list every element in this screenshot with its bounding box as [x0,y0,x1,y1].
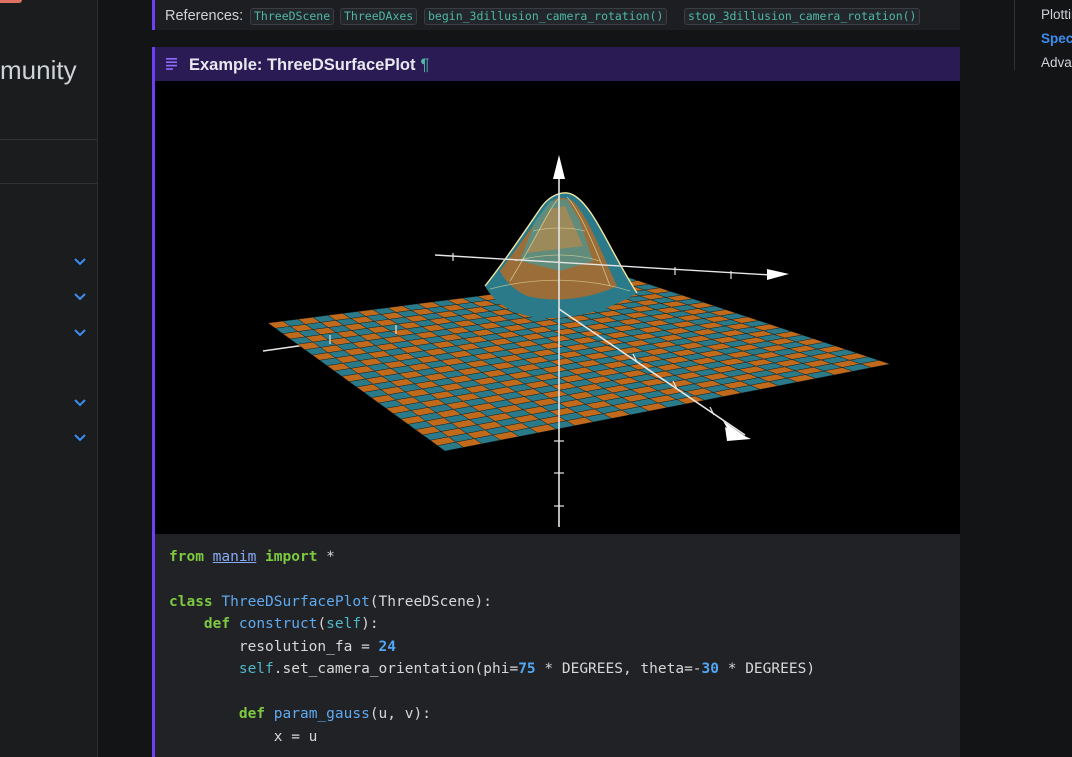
chevron-down-icon[interactable] [73,431,87,445]
code-block: from manim import * class ThreeDSurfaceP… [155,534,960,757]
example-video[interactable] [155,81,960,534]
code-line: self.set_camera_orientation(phi=75 * DEG… [238,661,816,677]
code-line: def param_gauss(u, v): [238,706,431,722]
table-of-contents: Plotting Special Advanced [1014,0,1072,70]
code-line: from manim import * [169,549,335,565]
permalink-anchor[interactable]: ¶ [421,56,430,74]
logo-icon[interactable] [0,0,22,3]
chevron-down-icon[interactable] [73,255,87,269]
chevron-down-icon[interactable] [73,326,87,340]
gaussian-bump [484,192,638,318]
code-line: resolution_fa = 24 [238,639,397,655]
manim-module-link[interactable]: manim [213,549,257,565]
chevron-down-icon[interactable] [73,396,87,410]
surface-plot-render [262,155,891,527]
brand-title[interactable]: munity [0,55,77,86]
list-icon [166,58,177,70]
references-label: References: [165,8,244,24]
toc-item-plotting[interactable]: Plotting [1041,7,1072,22]
example-title: Example: ThreeDSurfacePlot ¶ [189,56,430,74]
chevron-down-icon[interactable] [73,290,87,304]
code-line: x = u [273,729,318,745]
toc-item-advanced[interactable]: Advanced [1041,55,1072,70]
sidebar-divider [0,183,97,184]
example-header: Example: ThreeDSurfacePlot ¶ [155,47,960,81]
reference-link-threedaxes[interactable]: ThreeDAxes [340,8,418,25]
references-bar: References: ThreeDScene ThreeDAxes begin… [152,0,960,30]
toc-item-special[interactable]: Special [1041,31,1072,46]
reference-link-threedscene[interactable]: ThreeDScene [250,8,335,25]
reference-link-begin-rotation[interactable]: begin_3dillusion_camera_rotation() [424,8,668,25]
sidebar-divider [0,139,97,140]
code-line: class ThreeDSurfacePlot(ThreeDScene): [169,594,493,610]
example-admonition: Example: ThreeDSurfacePlot ¶ from manim … [152,47,960,757]
left-sidebar: munity [0,0,98,757]
code-line: def construct(self): [203,616,379,632]
reference-link-stop-rotation[interactable]: stop_3dillusion_camera_rotation() [684,8,921,25]
